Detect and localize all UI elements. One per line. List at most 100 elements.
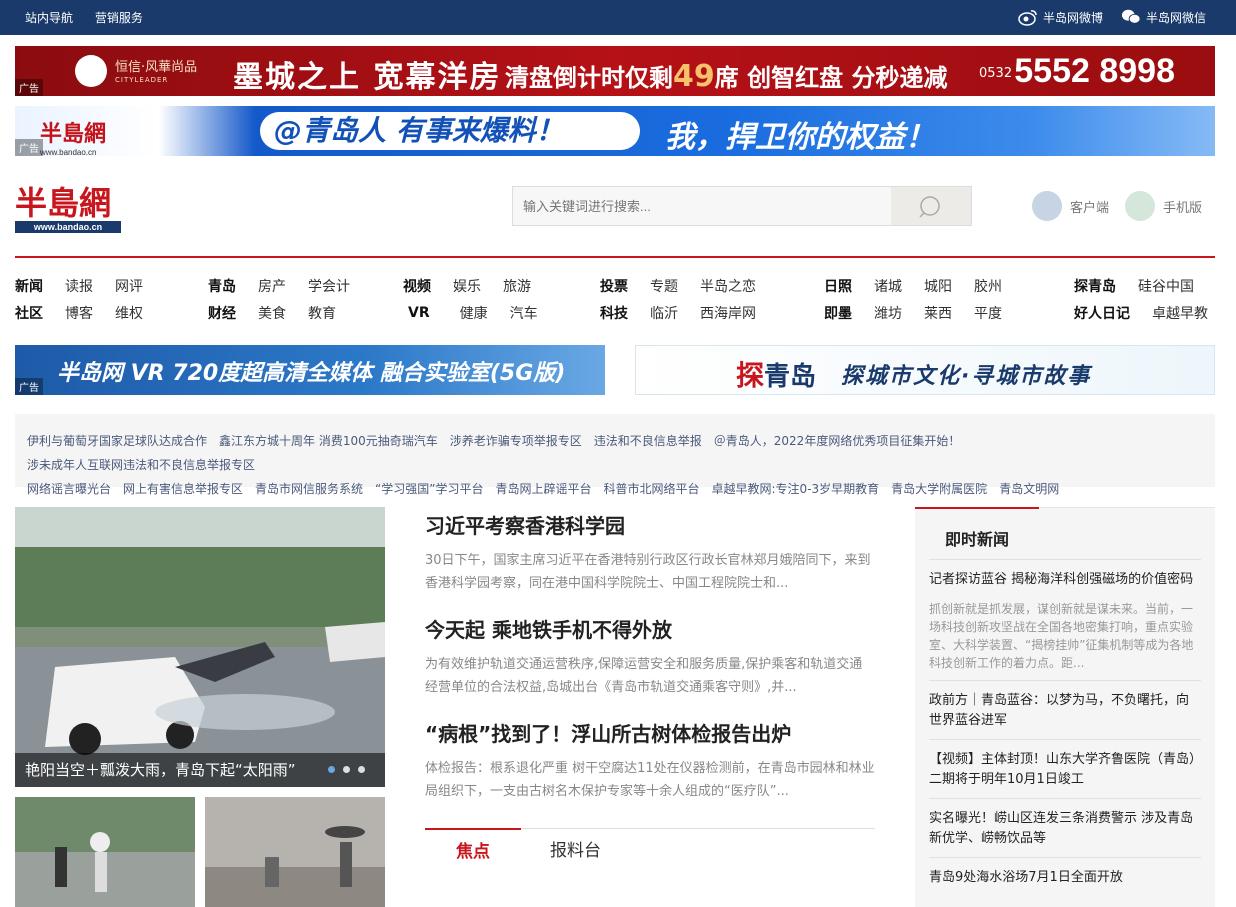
headline-title[interactable]: 今天起 乘地铁手机不得外放 <box>425 614 875 643</box>
nav-item[interactable]: 健康 <box>460 303 488 323</box>
nav-item[interactable]: 即墨 <box>824 303 852 323</box>
nav-group: 视频 娱乐 旅游 VR 健康 汽车 <box>403 272 560 326</box>
news-desc: 抓创新就是抓发展，谋创新就是谋未来。当前，一场科技创新攻坚战在全国各地密集打响，… <box>929 602 1194 670</box>
nav-item[interactable]: 维权 <box>115 303 143 323</box>
ad-brand: 恒信·风華尚品 <box>115 60 198 75</box>
ad-banner-report[interactable]: 半島網 www.bandao.cn @青岛人 有事来爆料！ 我，捍卫你的权益！ 广… <box>15 106 1215 156</box>
nav-item[interactable]: 半岛之恋 <box>700 276 756 296</box>
slide-dot[interactable] <box>358 766 365 773</box>
headline-item: 今天起 乘地铁手机不得外放 为有效维护轨道交通运营秩序,保障运营安全和服务质量,… <box>425 614 875 699</box>
news-item[interactable]: 实名曝光！崂山区连发三条消费警示 涉及青岛新优学、崂畅饮品等 <box>929 798 1201 857</box>
tab-report[interactable]: 报料台 <box>550 829 601 869</box>
quick-link[interactable]: 网络谣言曝光台 <box>27 482 111 496</box>
quick-link[interactable]: 科普市北网络平台 <box>604 482 700 496</box>
nav-item[interactable]: 旅游 <box>503 276 531 296</box>
headline-title[interactable]: 习近平考察香港科学园 <box>425 510 875 539</box>
search-button[interactable] <box>891 187 971 225</box>
quick-link[interactable]: 涉养老诈骗专项举报专区 <box>450 434 582 448</box>
nav-item[interactable]: 潍坊 <box>874 303 902 323</box>
nav-item[interactable]: 城阳 <box>924 276 952 296</box>
quick-link[interactable]: 青岛大学附属医院 <box>891 482 987 496</box>
headline-title[interactable]: “病根”找到了！浮山所古树体检报告出炉 <box>425 718 875 747</box>
nav-item[interactable]: 诸城 <box>874 276 902 296</box>
slide-dot[interactable] <box>328 766 335 773</box>
app-icon <box>1032 191 1062 221</box>
ad-banner-realestate[interactable]: 恒信·风華尚品 CITYLEADER 墨城之上 宽幕洋房 清盘倒计时仅剩49席 … <box>15 46 1215 96</box>
headline-summary: 体检报告：根系退化严重 树干空腐达11处在仪器检测前，在青岛市园林和林业局组织下… <box>425 761 875 799</box>
nav-item[interactable]: 临沂 <box>650 303 678 323</box>
nav-item[interactable]: 房产 <box>258 276 286 296</box>
nav-item[interactable]: 投票 <box>600 276 628 296</box>
quick-link[interactable]: 青岛文明网 <box>999 482 1059 496</box>
nav-item[interactable]: 读报 <box>65 276 93 296</box>
quick-link[interactable]: ＠青岛人，2022年度网络优秀项目征集开始！ <box>714 434 961 448</box>
news-item[interactable]: 青岛9处海水浴场7月1日全面开放 <box>929 857 1201 896</box>
weibo-link[interactable]: 半岛网微博 <box>1018 8 1103 26</box>
app-link[interactable]: 客户端 <box>1032 191 1109 221</box>
nav-item[interactable]: 卓越早教 <box>1152 303 1208 323</box>
nav-item[interactable]: 财经 <box>208 303 236 323</box>
slide-dot[interactable] <box>343 766 350 773</box>
nav-item[interactable]: 汽车 <box>510 303 538 323</box>
marketing-link[interactable]: 营销服务 <box>95 11 143 25</box>
panel-accent <box>915 507 1039 509</box>
quick-link[interactable]: 青岛网上辟谣平台 <box>495 482 591 496</box>
quick-link[interactable]: 网上有害信息举报专区 <box>123 482 243 496</box>
nav-item[interactable]: 探青岛 <box>1074 276 1116 296</box>
tab-focus[interactable]: 焦点 <box>425 828 521 868</box>
site-nav-link[interactable]: 站内导航 <box>25 11 73 25</box>
quick-link[interactable]: 涉未成年人互联网违法和不良信息举报专区 <box>27 458 255 472</box>
ad2-logo: 半島網 www.bandao.cn <box>40 121 107 156</box>
news-item[interactable]: 记者探访蓝谷 揭秘海洋科创强磁场的价值密码 抓创新就是抓发展，谋创新就是谋未来。… <box>929 559 1201 680</box>
weibo-icon <box>1018 10 1037 26</box>
search-input[interactable] <box>513 187 893 225</box>
mobile-link[interactable]: 手机版 <box>1125 191 1202 221</box>
quick-link[interactable]: 卓越早教网:专注0-3岁早期教育 <box>712 482 880 496</box>
quick-link[interactable]: 违法和不良信息举报 <box>594 434 702 448</box>
ad-banner-explore[interactable]: 探青岛 探城市文化·寻城市故事 <box>635 345 1215 395</box>
news-item[interactable]: 政前方｜青岛蓝谷：以梦为马，不负曙托，向世界蓝谷进军 <box>929 680 1201 739</box>
nav-item[interactable]: 硅谷中国 <box>1138 276 1194 296</box>
nav-item[interactable]: 新闻 <box>15 276 43 296</box>
quick-link[interactable]: 鑫江东方城十周年 消费100元抽奇瑞汽车 <box>219 434 438 448</box>
ad-brand-sub: CITYLEADER <box>115 76 169 84</box>
nav-item[interactable]: 日照 <box>824 276 852 296</box>
search-icon <box>919 196 940 218</box>
ad-area-code: 0532 <box>979 66 1013 81</box>
weibo-label: 半岛网微博 <box>1042 10 1103 25</box>
photo-slider[interactable]: 艳阳当空＋瓢泼大雨，青岛下起“太阳雨” <box>15 507 385 787</box>
nav-item[interactable]: 平度 <box>974 303 1002 323</box>
nav-item[interactable]: 莱西 <box>924 303 952 323</box>
slide-dots[interactable] <box>328 766 365 773</box>
ad4-slogan: 探城市文化·寻城市故事 <box>841 364 1092 389</box>
nav-group: 投票 专题 半岛之恋 科技 临沂 西海岸网 <box>600 272 778 326</box>
headline-summary: 为有效维护轨道交通运营秩序,保障运营安全和服务质量,保护乘客和轨道交通经营单位的… <box>425 657 863 695</box>
headline-item: “病根”找到了！浮山所古树体检报告出炉 体检报告：根系退化严重 树干空腐达11处… <box>425 718 875 803</box>
thumb-photo[interactable] <box>205 797 385 907</box>
thumb-photo[interactable] <box>15 797 195 907</box>
search-box <box>512 186 972 226</box>
nav-item[interactable]: 学会计 <box>308 276 350 296</box>
quick-link[interactable]: “学习强国”学习平台 <box>375 482 483 496</box>
nav-item[interactable]: 视频 <box>403 276 431 296</box>
nav-item[interactable]: 美食 <box>258 303 286 323</box>
quick-link[interactable]: 青岛市网信服务系统 <box>255 482 363 496</box>
nav-item[interactable]: 博客 <box>65 303 93 323</box>
ad-banner-vr[interactable]: 半岛网 VR 720度超高清全媒体 融合实验室(5G版) 广告 <box>15 345 605 395</box>
nav-item[interactable]: 专题 <box>650 276 678 296</box>
nav-item[interactable]: 西海岸网 <box>700 303 756 323</box>
nav-item[interactable]: 胶州 <box>974 276 1002 296</box>
nav-item[interactable]: VR <box>408 305 430 321</box>
news-item[interactable]: 【视频】主体封顶！山东大学齐鲁医院（青岛）二期将于明年10月1日竣工 <box>929 739 1201 798</box>
ad2-slogan: 我，捍卫你的权益！ <box>665 120 935 155</box>
site-logo[interactable]: 半島網 www.bandao.cn <box>15 187 121 233</box>
wechat-link[interactable]: 半岛网微信 <box>1121 8 1206 26</box>
nav-item[interactable]: 教育 <box>308 303 336 323</box>
quick-link[interactable]: 伊利与葡萄牙国家足球队达成合作 <box>27 434 207 448</box>
nav-item[interactable]: 青岛 <box>208 276 236 296</box>
nav-item[interactable]: 社区 <box>15 303 43 323</box>
nav-item[interactable]: 娱乐 <box>453 276 481 296</box>
nav-item[interactable]: 网评 <box>115 276 143 296</box>
nav-item[interactable]: 科技 <box>600 303 628 323</box>
nav-item[interactable]: 好人日记 <box>1074 303 1130 323</box>
